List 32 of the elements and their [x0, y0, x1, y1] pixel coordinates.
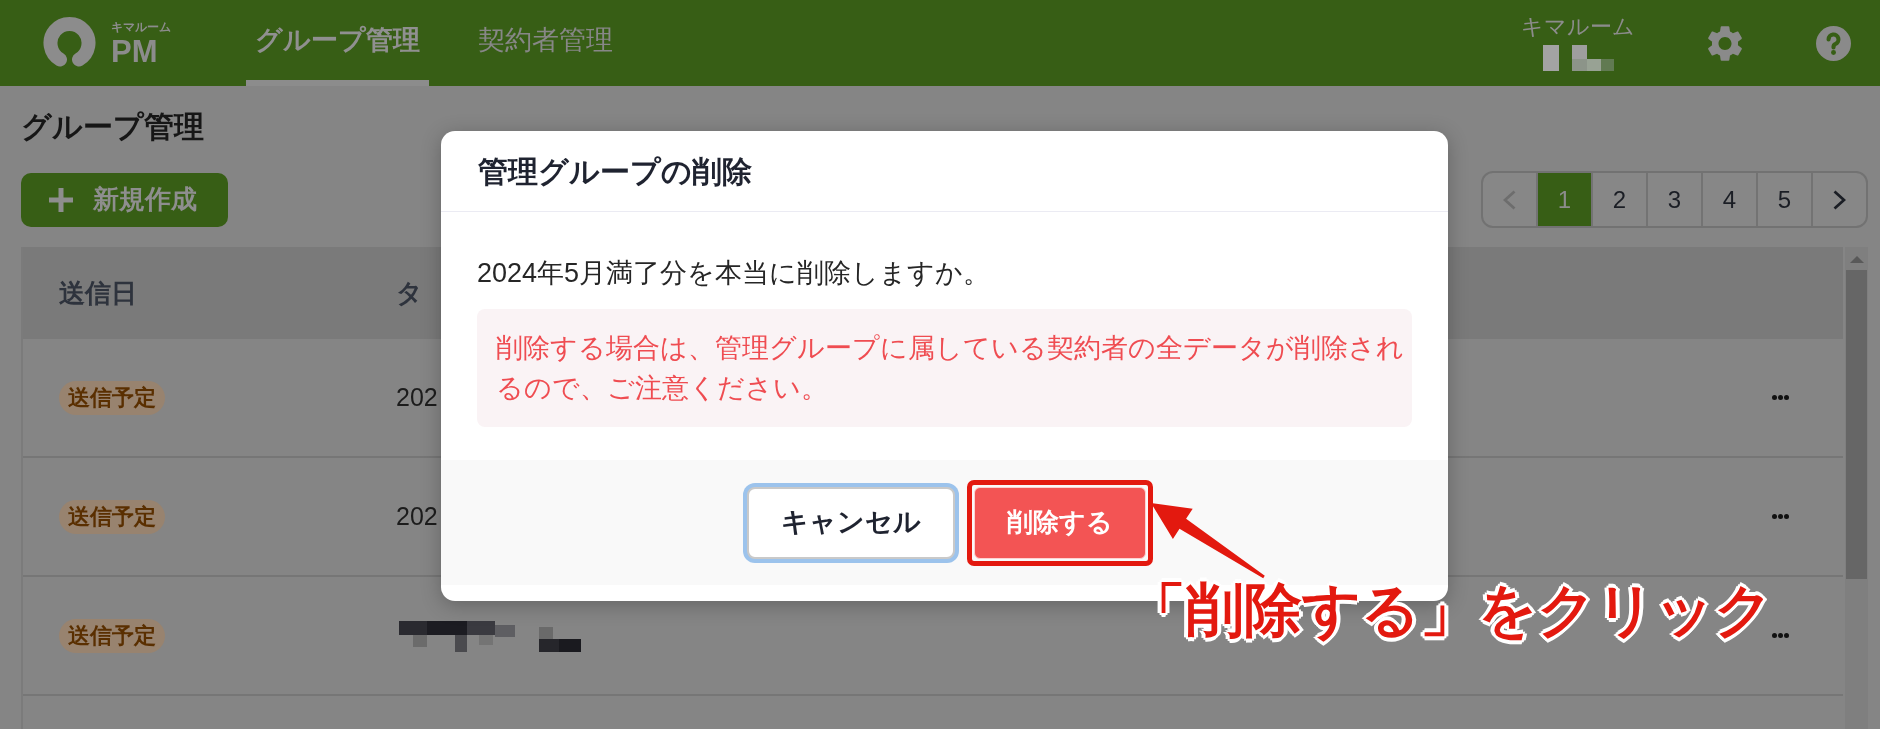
ring-logo-icon — [43, 17, 96, 69]
redacted-mosaic — [1542, 45, 1614, 71]
logo-tagline: キマルーム — [111, 20, 171, 34]
status-badge: 送信予定 — [59, 380, 165, 415]
help-icon[interactable] — [1816, 25, 1851, 61]
page-button[interactable]: 2 — [1591, 173, 1646, 226]
page-button[interactable]: 4 — [1701, 173, 1756, 226]
modal-title: 管理グループの削除 — [478, 153, 752, 190]
chevron-left-icon — [1503, 189, 1516, 210]
page-button[interactable]: 5 — [1756, 173, 1811, 226]
nav-tab[interactable]: グループ管理 — [246, 0, 429, 86]
more-icon[interactable] — [1772, 633, 1789, 638]
more-icon[interactable] — [1772, 395, 1789, 400]
page-button[interactable]: 3 — [1646, 173, 1701, 226]
scroll-up-icon[interactable] — [1849, 256, 1864, 263]
status-badge: 送信予定 — [59, 499, 165, 534]
warning-text: 削除する場合は、管理グループに属している契約者の全データが削除されるので、ご注意ください。 — [496, 332, 1405, 405]
logo-wordmark: PM — [111, 38, 159, 66]
column-header: タ — [396, 277, 423, 308]
delete-button[interactable]: 削除する — [973, 486, 1146, 559]
more-icon[interactable] — [1772, 514, 1789, 519]
status-badge: 送信予定 — [59, 618, 165, 653]
account-name: キマルーム — [1521, 15, 1635, 39]
table-cell-text: 202 — [396, 381, 438, 413]
chevron-right-icon — [1833, 189, 1846, 210]
settings-icon[interactable] — [1708, 25, 1742, 61]
modal-message: 2024年5月満了分を本当に削除しますか。 — [477, 257, 991, 290]
column-header: 送信日 — [59, 277, 137, 308]
page-title: グループ管理 — [21, 112, 204, 142]
table-cell-text: 202 — [396, 500, 438, 532]
scrollbar-thumb[interactable] — [1846, 270, 1867, 579]
plus-icon — [49, 187, 73, 212]
